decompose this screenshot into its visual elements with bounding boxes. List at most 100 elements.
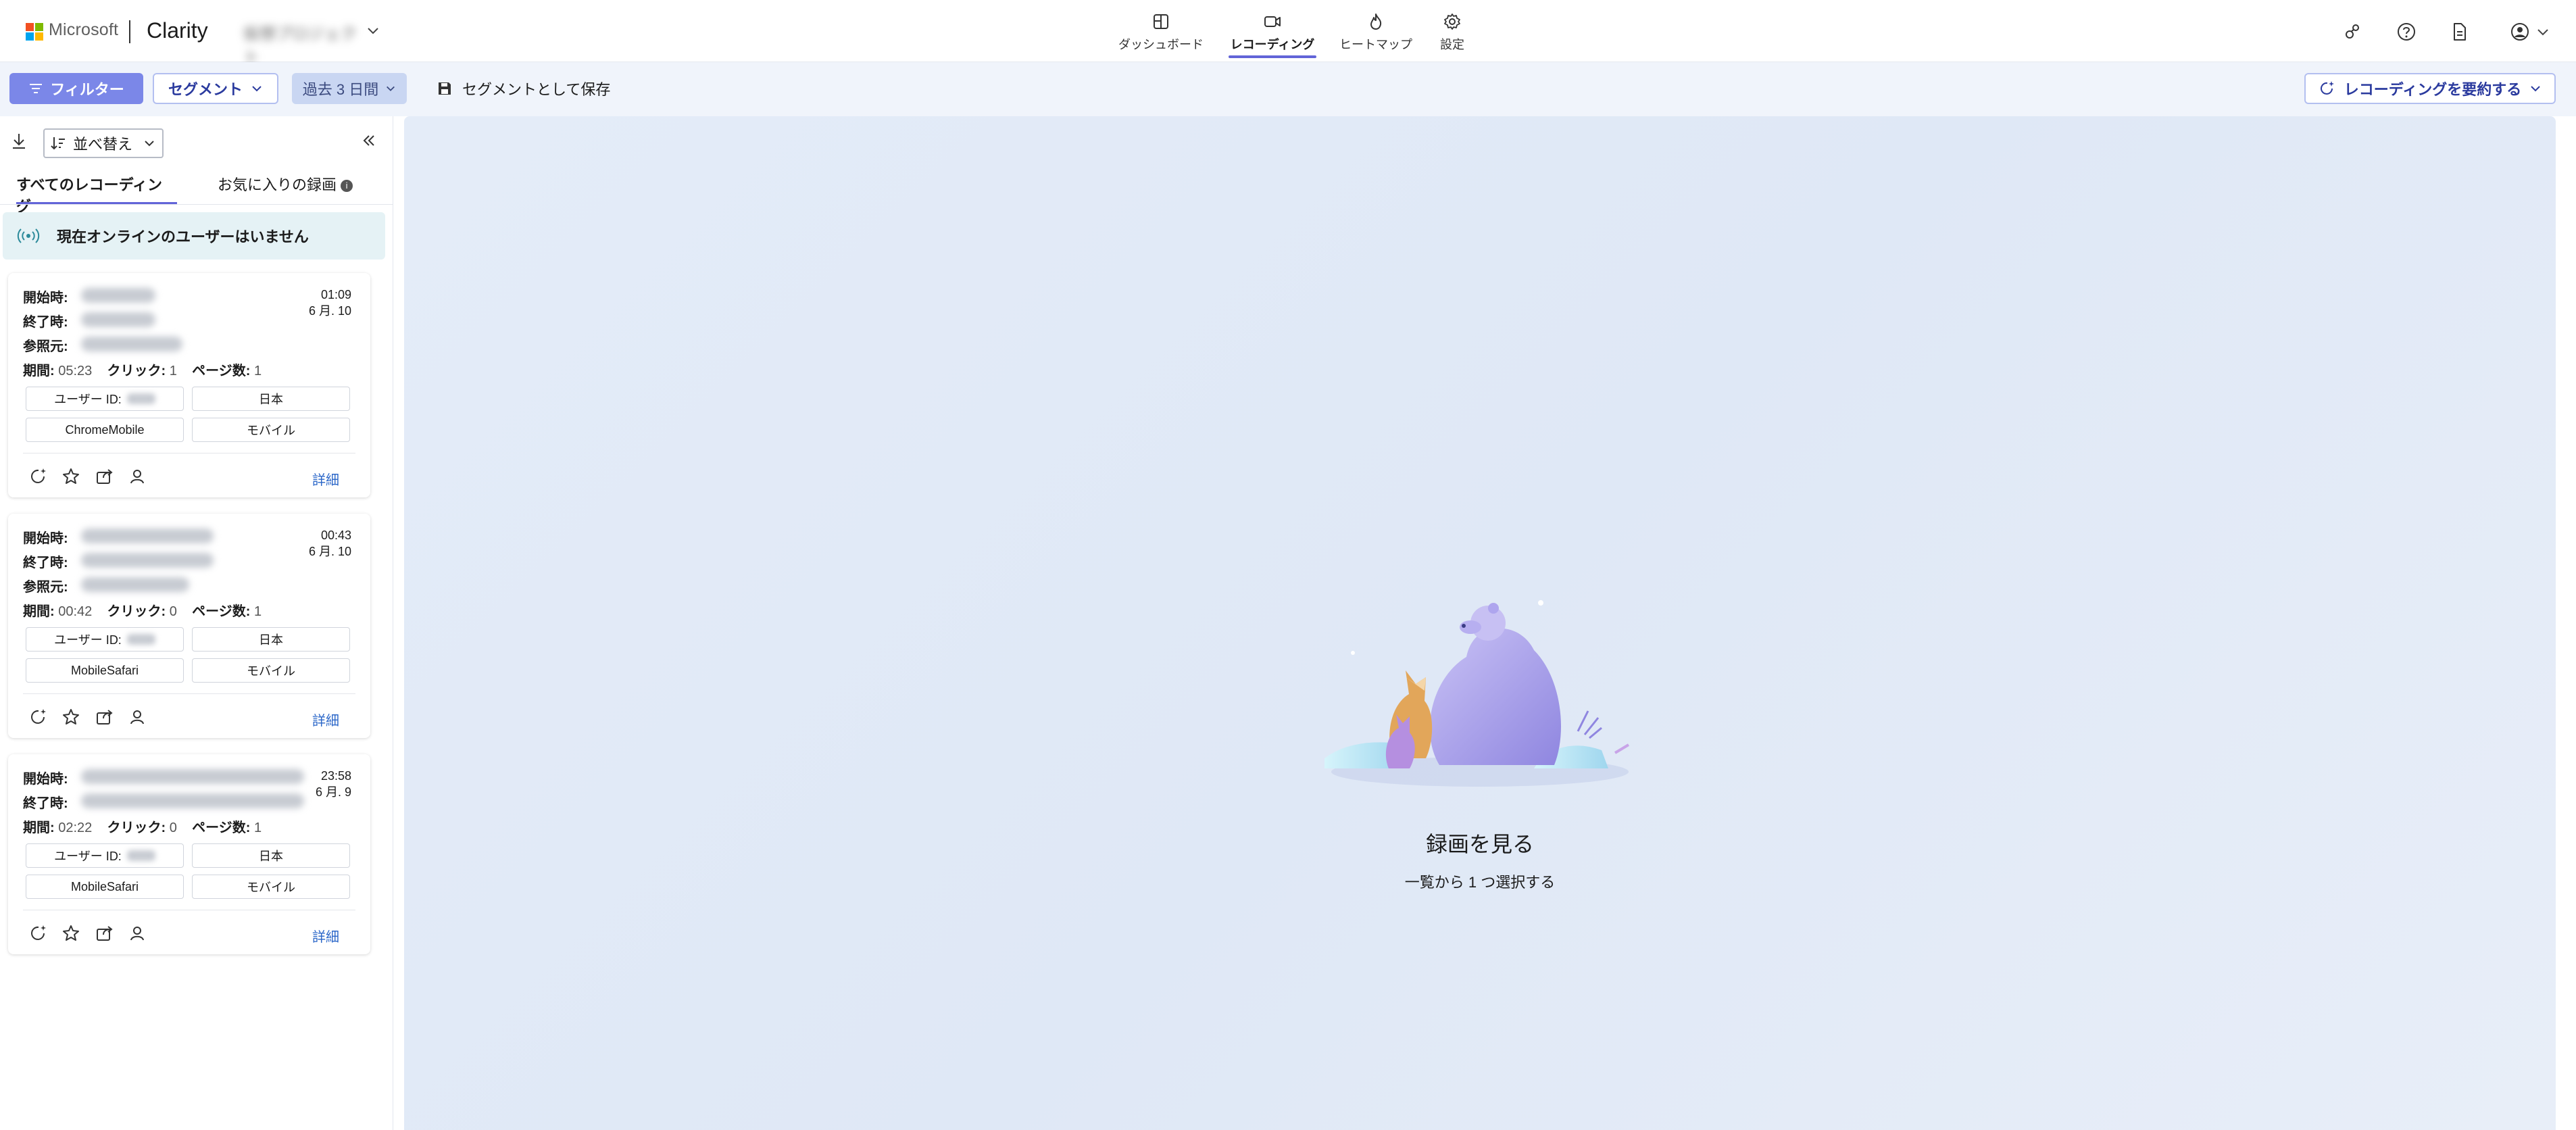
date-range-label: 過去 3 日間 bbox=[302, 81, 379, 98]
chevron-down-icon bbox=[387, 86, 395, 91]
save-as-segment-button[interactable]: セグメントとして保存 bbox=[437, 73, 610, 104]
empty-state-subtitle: 一覧から 1 つ選択する bbox=[1404, 874, 1556, 891]
recording-card[interactable]: 開始時: 終了時: 参照元: 00:43 6 月. 10 期間: 00:42 ク… bbox=[8, 514, 370, 738]
recording-time: 23:58 bbox=[320, 769, 351, 783]
share-icon[interactable] bbox=[95, 466, 115, 487]
segment-dropdown[interactable]: セグメント bbox=[153, 73, 278, 104]
device-chip[interactable]: モバイル bbox=[192, 658, 350, 683]
recording-stats: 期間: 02:22 クリック: 0 ページ数: 1 bbox=[23, 816, 262, 836]
dashboard-icon bbox=[1154, 14, 1168, 29]
start-time-value-redacted bbox=[81, 288, 155, 303]
nav-dashboard[interactable]: ダッシュボード bbox=[1115, 7, 1207, 61]
date-range-dropdown[interactable]: 過去 3 日間 bbox=[292, 73, 407, 104]
document-icon[interactable] bbox=[2449, 22, 2469, 42]
country-chip[interactable]: 日本 bbox=[192, 387, 350, 411]
microsoft-logo-icon bbox=[26, 23, 43, 41]
project-selector-label[interactable]: 仮想プロジェクト bbox=[243, 20, 358, 67]
copilot-summary-icon[interactable] bbox=[28, 923, 49, 943]
user-id-chip[interactable]: ユーザー ID: bbox=[26, 387, 184, 411]
chevron-down-icon[interactable] bbox=[2535, 22, 2550, 42]
sort-icon bbox=[51, 137, 65, 150]
referrer-label: 参照元: bbox=[23, 580, 68, 595]
tabs-divider bbox=[0, 204, 393, 205]
start-time-label: 開始時: bbox=[23, 291, 68, 305]
user-id-value-redacted bbox=[126, 634, 155, 645]
tab-favorite-recordings[interactable]: お気に入りの録画 i bbox=[218, 173, 353, 204]
share-users-icon[interactable] bbox=[2342, 22, 2362, 42]
save-disk-icon bbox=[439, 82, 451, 95]
details-link[interactable]: 詳細 bbox=[312, 710, 339, 729]
summarize-recordings-button[interactable]: レコーディングを要約する bbox=[2304, 73, 2556, 104]
end-time-value-redacted bbox=[81, 312, 155, 327]
recordings-sidebar: 並べ替え すべてのレコーディング お気に入りの録画 i 現在オンラインのユーザーは… bbox=[0, 116, 393, 1130]
info-icon[interactable]: i bbox=[341, 180, 353, 193]
share-icon[interactable] bbox=[95, 923, 115, 943]
user-icon[interactable] bbox=[127, 923, 147, 943]
device-chip[interactable]: モバイル bbox=[192, 418, 350, 442]
chevron-down-icon[interactable] bbox=[366, 24, 380, 38]
sort-dropdown[interactable]: 並べ替え bbox=[43, 128, 164, 158]
recording-timestamp: 00:43 6 月. 10 bbox=[309, 527, 351, 560]
recording-date: 6 月. 10 bbox=[308, 304, 351, 318]
tab-all-recordings-label: すべてのレコーディング bbox=[16, 176, 163, 215]
chevron-down-icon bbox=[2531, 86, 2540, 92]
details-link[interactable]: 詳細 bbox=[312, 926, 339, 945]
duration-value: 05:23 bbox=[58, 364, 93, 378]
clicks-label: クリック: bbox=[107, 364, 166, 378]
copilot-sparkle-icon bbox=[2320, 81, 2334, 95]
recording-card[interactable]: 開始時: 終了時: 23:58 6 月. 9 期間: 02:22 クリック: 0… bbox=[8, 754, 370, 954]
end-time-value-redacted bbox=[81, 793, 304, 808]
country-chip[interactable]: 日本 bbox=[192, 627, 350, 652]
brand-divider bbox=[129, 20, 130, 43]
star-icon[interactable] bbox=[61, 466, 81, 487]
nav-settings-label: 設定 bbox=[1440, 38, 1464, 51]
copilot-summary-icon[interactable] bbox=[28, 466, 49, 487]
user-id-chip[interactable]: ユーザー ID: bbox=[26, 627, 184, 652]
collapse-panel-icon[interactable] bbox=[361, 132, 377, 149]
star-icon[interactable] bbox=[61, 923, 81, 943]
end-time-label: 終了時: bbox=[23, 556, 68, 570]
clicks-value: 0 bbox=[169, 820, 177, 835]
tab-favorite-recordings-label: お気に入りの録画 bbox=[218, 176, 337, 193]
copilot-summary-icon[interactable] bbox=[28, 707, 49, 727]
filter-button-label: フィルター bbox=[50, 81, 124, 98]
country-chip[interactable]: 日本 bbox=[192, 843, 350, 868]
download-icon[interactable] bbox=[9, 131, 28, 150]
share-icon[interactable] bbox=[95, 707, 115, 727]
nav-heatmaps[interactable]: ヒートマップ bbox=[1338, 7, 1414, 61]
app-title[interactable]: Clarity bbox=[147, 18, 208, 43]
nav-settings[interactable]: 設定 bbox=[1435, 7, 1469, 61]
nav-recordings[interactable]: レコーディング bbox=[1229, 7, 1316, 61]
browser-chip[interactable]: MobileSafari bbox=[26, 658, 184, 683]
recording-card[interactable]: 開始時: 終了時: 参照元: 01:09 6 月. 10 期間: 05:23 ク… bbox=[8, 273, 370, 497]
end-time-label: 終了時: bbox=[23, 796, 68, 811]
user-icon[interactable] bbox=[127, 466, 147, 487]
device-chip[interactable]: モバイル bbox=[192, 875, 350, 899]
broadcast-icon bbox=[17, 228, 40, 243]
clicks-label: クリック: bbox=[107, 820, 166, 835]
duration-label: 期間: bbox=[23, 604, 55, 619]
summarize-recordings-label: レコーディングを要約する bbox=[2344, 81, 2522, 98]
filter-button[interactable]: フィルター bbox=[9, 73, 143, 104]
empty-state-title: 録画を見る bbox=[1425, 832, 1534, 856]
user-id-chip[interactable]: ユーザー ID: bbox=[26, 843, 184, 868]
online-users-message: 現在オンラインのユーザーはいません bbox=[57, 228, 309, 245]
help-icon[interactable] bbox=[2396, 22, 2417, 42]
details-link[interactable]: 詳細 bbox=[312, 469, 339, 489]
duration-value: 02:22 bbox=[58, 820, 93, 835]
tab-all-recordings[interactable]: すべてのレコーディング bbox=[16, 173, 177, 215]
start-time-label: 開始時: bbox=[23, 772, 68, 787]
browser-chip[interactable]: MobileSafari bbox=[26, 875, 184, 899]
bear-fox-cat-illustration bbox=[1324, 600, 1630, 787]
browser-chip[interactable]: ChromeMobile bbox=[26, 418, 184, 442]
duration-label: 期間: bbox=[23, 820, 55, 835]
user-id-value-redacted bbox=[126, 393, 155, 404]
star-icon[interactable] bbox=[61, 707, 81, 727]
account-icon[interactable] bbox=[2510, 22, 2530, 42]
recording-date: 6 月. 9 bbox=[315, 785, 351, 799]
user-id-label: ユーザー ID: bbox=[54, 393, 122, 406]
user-icon[interactable] bbox=[127, 707, 147, 727]
end-time-value-redacted bbox=[81, 553, 214, 568]
chevron-down-icon bbox=[145, 141, 154, 147]
card-divider bbox=[23, 693, 355, 694]
